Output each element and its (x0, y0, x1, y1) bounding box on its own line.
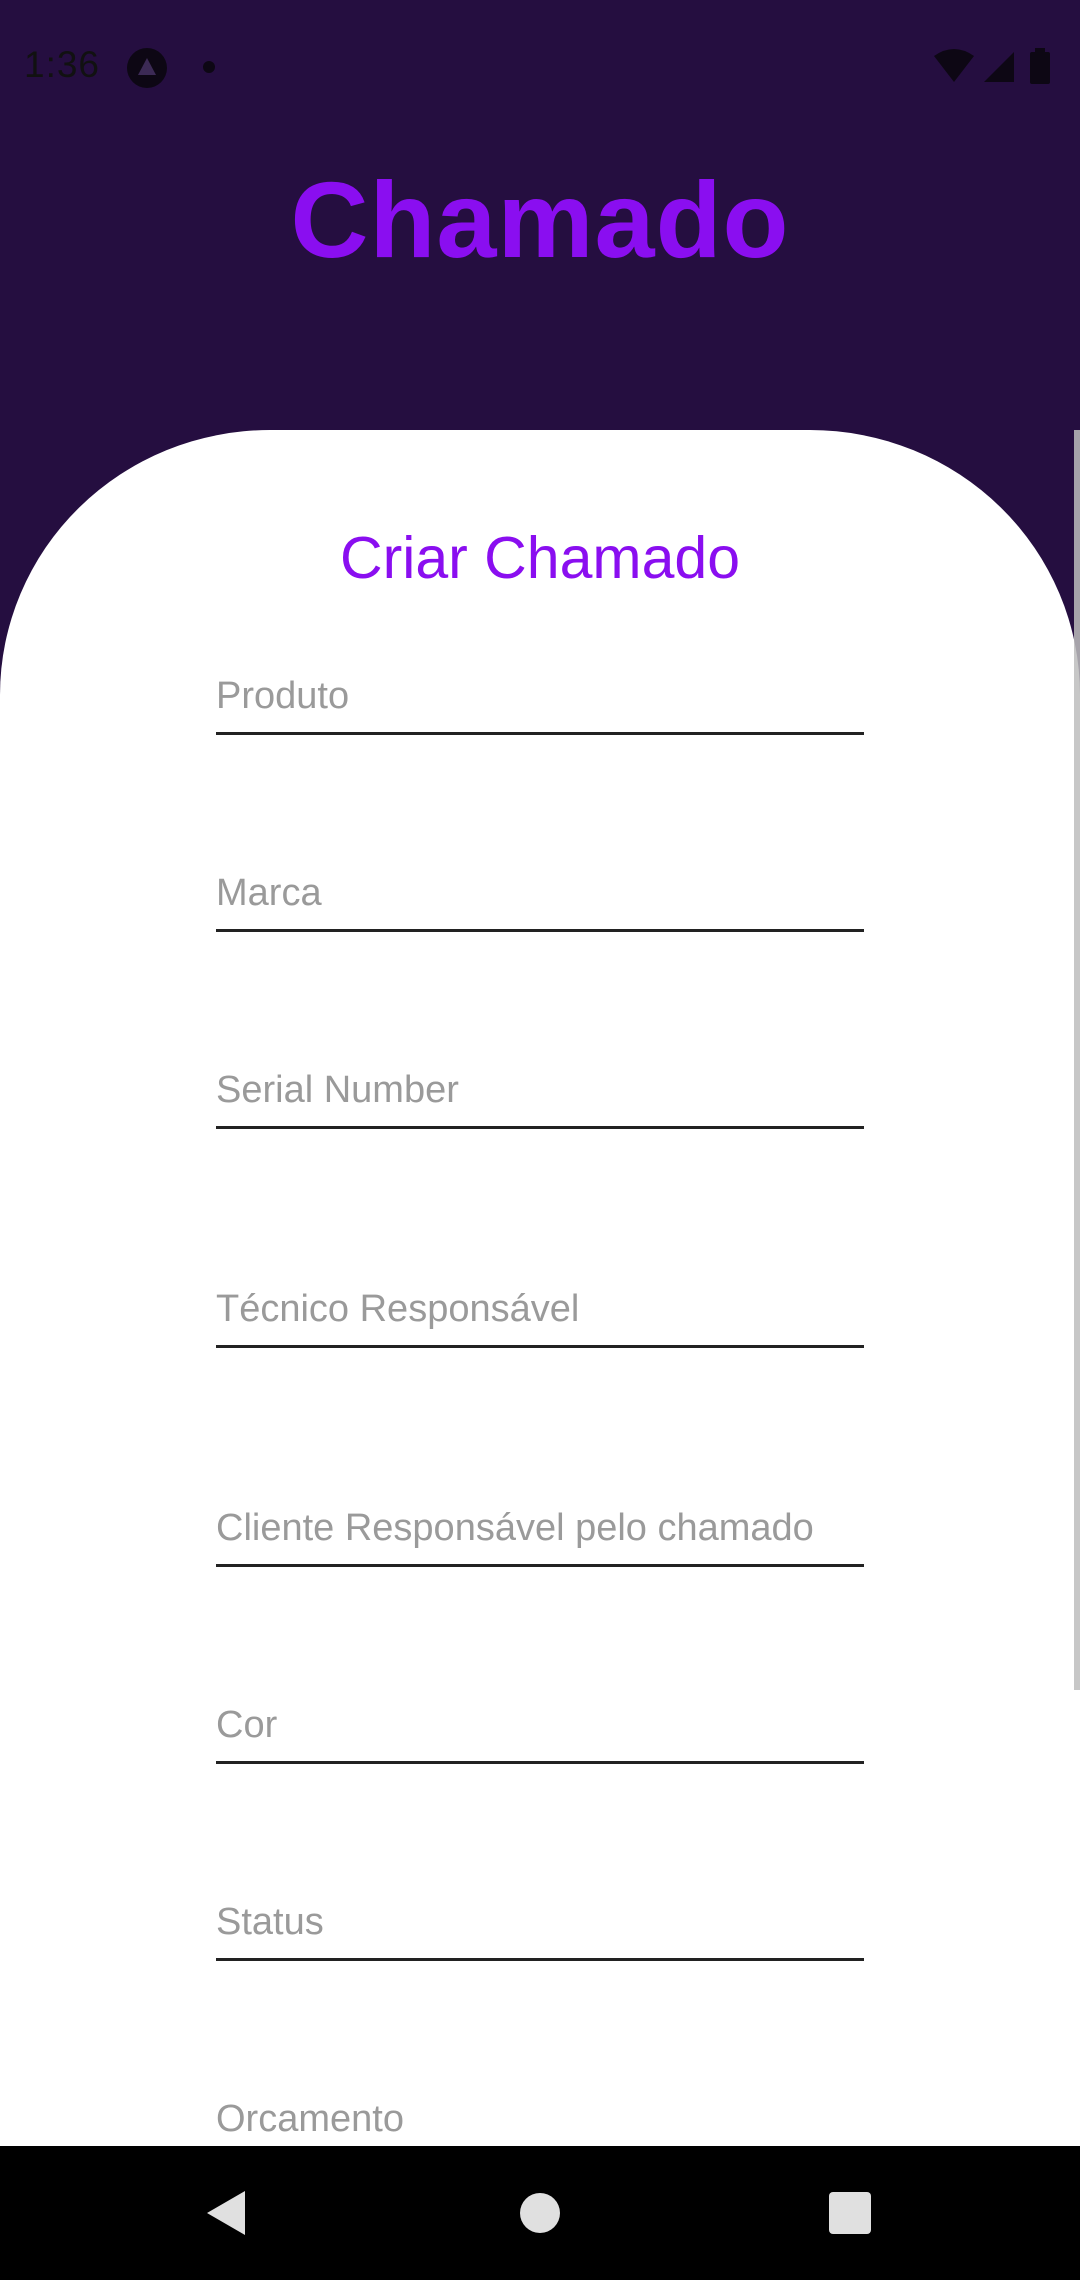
marca-placeholder: Marca (216, 872, 322, 914)
status-placeholder: Status (216, 1901, 324, 1943)
scrollbar[interactable] (1074, 430, 1080, 1690)
back-icon[interactable] (207, 2191, 245, 2235)
orcamento-placeholder: Orcamento (216, 2098, 404, 2140)
signal-icon (984, 52, 1014, 82)
app-title: Chamado (290, 159, 790, 280)
produto-placeholder: Produto (216, 675, 350, 717)
navigation-bar (0, 2146, 1080, 2280)
wifi-icon (934, 49, 974, 82)
home-icon[interactable] (520, 2193, 560, 2233)
status-bar: 1:36 (0, 0, 1080, 135)
serial-number-placeholder: Serial Number (216, 1069, 459, 1111)
cliente-responsavel-placeholder: Cliente Responsável pelo chamado (216, 1507, 814, 1549)
serial-number-field[interactable]: Serial Number (216, 1069, 864, 1129)
marca-field[interactable]: Marca (216, 872, 864, 932)
dot-icon (203, 61, 215, 73)
produto-field[interactable]: Produto (216, 675, 864, 735)
recents-icon[interactable] (829, 2192, 871, 2234)
form-card: Criar Chamado Produto Marca Serial Numbe… (0, 430, 1080, 2200)
form-title: Criar Chamado (339, 525, 741, 591)
cliente-responsavel-field[interactable]: Cliente Responsável pelo chamado (216, 1507, 864, 1567)
cor-placeholder: Cor (216, 1704, 278, 1746)
tecnico-responsavel-field[interactable]: Técnico Responsável (216, 1288, 864, 1348)
status-icons (934, 48, 1064, 88)
cor-field[interactable]: Cor (216, 1704, 864, 1764)
status-field[interactable]: Status (216, 1901, 864, 1961)
app-notification-icon (127, 48, 167, 88)
tecnico-responsavel-placeholder: Técnico Responsável (216, 1288, 580, 1330)
status-time: 1:36 (24, 44, 101, 85)
battery-icon (1030, 48, 1050, 84)
